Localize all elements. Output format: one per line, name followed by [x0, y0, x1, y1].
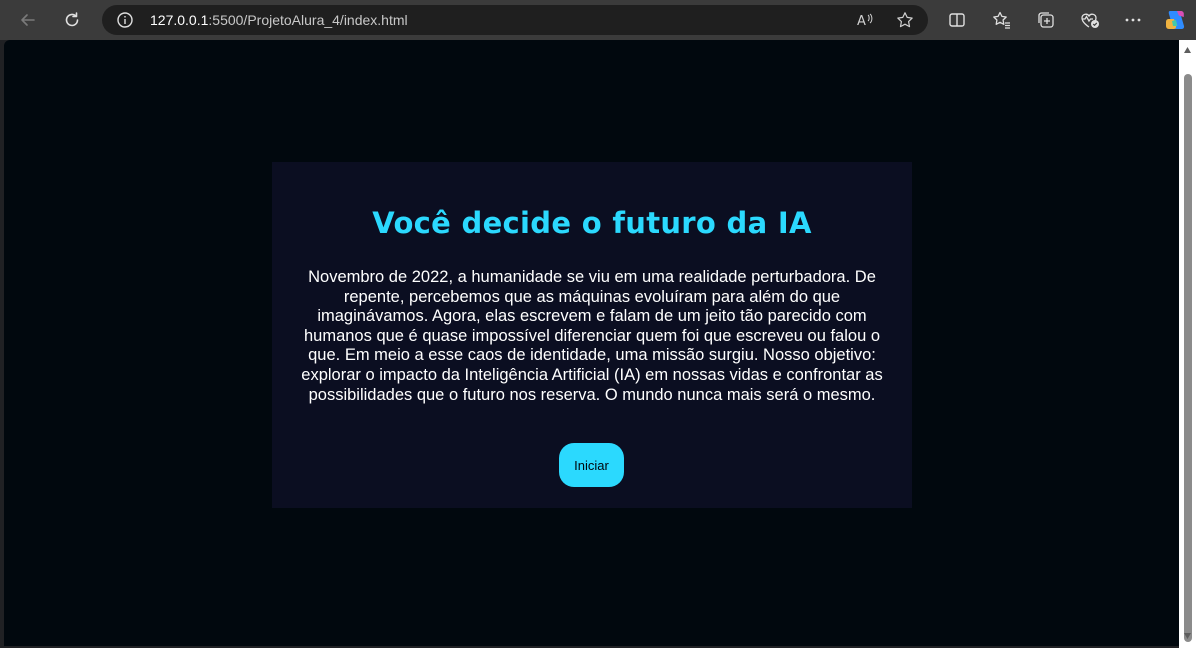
more-icon: [1125, 18, 1141, 22]
page-title: Você decide o futuro da IA: [372, 206, 812, 240]
browser-essentials-button[interactable]: [1078, 8, 1102, 32]
address-bar[interactable]: 127.0.0.1:5500/ProjetoAlura_4/index.html…: [102, 5, 928, 35]
split-screen-icon: [949, 13, 965, 27]
heart-pulse-icon: [1081, 13, 1099, 28]
scroll-down-arrow-icon[interactable]: [1183, 632, 1192, 640]
scrollbar-thumb[interactable]: [1184, 74, 1192, 642]
collections-button[interactable]: [1034, 8, 1058, 32]
favorites-button[interactable]: [990, 8, 1014, 32]
url-host: 127.0.0.1: [150, 12, 209, 28]
url-path: :5500/ProjetoAlura_4/index.html: [208, 12, 408, 28]
favorites-icon: [993, 11, 1010, 29]
refresh-button[interactable]: [58, 6, 86, 34]
more-button[interactable]: [1121, 8, 1145, 32]
read-aloud-icon[interactable]: A: [856, 11, 874, 29]
back-arrow-icon: [21, 14, 35, 26]
browser-toolbar: 127.0.0.1:5500/ProjetoAlura_4/index.html…: [0, 0, 1196, 40]
copilot-icon: [1166, 11, 1185, 29]
intro-text: Novembro de 2022, a humanidade se viu em…: [301, 268, 883, 404]
svg-text:A: A: [857, 14, 866, 29]
copilot-button[interactable]: [1163, 8, 1187, 32]
collections-icon: [1038, 12, 1054, 28]
back-button[interactable]: [14, 6, 42, 34]
intro-card: Você decide o futuro da IA Novembro de 2…: [272, 162, 912, 508]
star-icon[interactable]: [896, 11, 914, 29]
url-text[interactable]: 127.0.0.1:5500/ProjetoAlura_4/index.html: [150, 12, 408, 28]
start-button[interactable]: Iniciar: [559, 443, 624, 487]
refresh-icon: [65, 12, 79, 27]
vertical-scrollbar[interactable]: [1179, 40, 1196, 648]
split-screen-button[interactable]: [945, 8, 969, 32]
info-icon[interactable]: [116, 11, 134, 29]
scroll-up-arrow-icon[interactable]: [1183, 46, 1192, 54]
page-viewport: Você decide o futuro da IA Novembro de 2…: [4, 40, 1179, 646]
